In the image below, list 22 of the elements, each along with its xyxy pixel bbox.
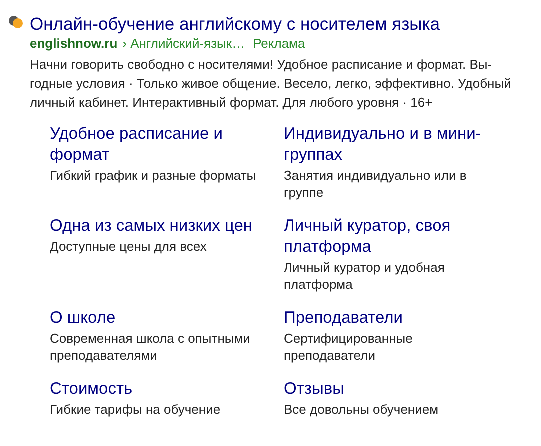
sitelink-description: Современная школа с опытными преподавателями xyxy=(50,330,252,364)
breadcrumb-link[interactable]: › Английский-язык… xyxy=(122,35,246,52)
sitelink-description: Доступные цены для всех xyxy=(50,238,208,255)
sitelink[interactable]: Преподаватели xyxy=(284,308,404,329)
chat-bubbles-icon xyxy=(8,15,24,29)
sitelink[interactable]: Удобное расписание и формат xyxy=(50,124,284,166)
sitelink-description: Занятия индивидуально или в группе xyxy=(284,167,468,201)
ad-description: Начни говорить свободно с носителями! Удобное расписание и формат. Вы-годные условия · Только живое общение. Весело, легко, эффективно. Удобный личный кабинет. Интерактивный формат. Для любого уровня · 16+ xyxy=(30,56,512,112)
sitelink-description: Все довольны обучением xyxy=(284,401,440,418)
sitelink[interactable]: Одна из самых низких цен xyxy=(50,216,253,237)
sitelink[interactable]: Отзывы xyxy=(284,379,344,400)
ad-title-link[interactable]: Онлайн-обучение английскому с носителем языка xyxy=(30,13,440,35)
sitelink[interactable]: Индивидуально и в мини-группах xyxy=(284,124,490,166)
sitelink[interactable]: О школе xyxy=(50,308,116,329)
sitelink-description: Сертифицированные преподаватели xyxy=(284,330,414,364)
sitelink-description: Гибкие тарифы на обучение xyxy=(50,401,222,418)
sitelink-description: Гибкий график и разные форматы xyxy=(50,167,258,184)
sitelink[interactable]: Личный куратор, своя платформа xyxy=(284,216,490,258)
sitelink-description: Личный куратор и удобная платформа xyxy=(284,259,446,293)
domain-link[interactable]: englishnow.ru xyxy=(30,35,118,52)
sitelink[interactable]: Стоимость xyxy=(50,379,133,400)
ad-label: Реклама xyxy=(253,35,306,52)
